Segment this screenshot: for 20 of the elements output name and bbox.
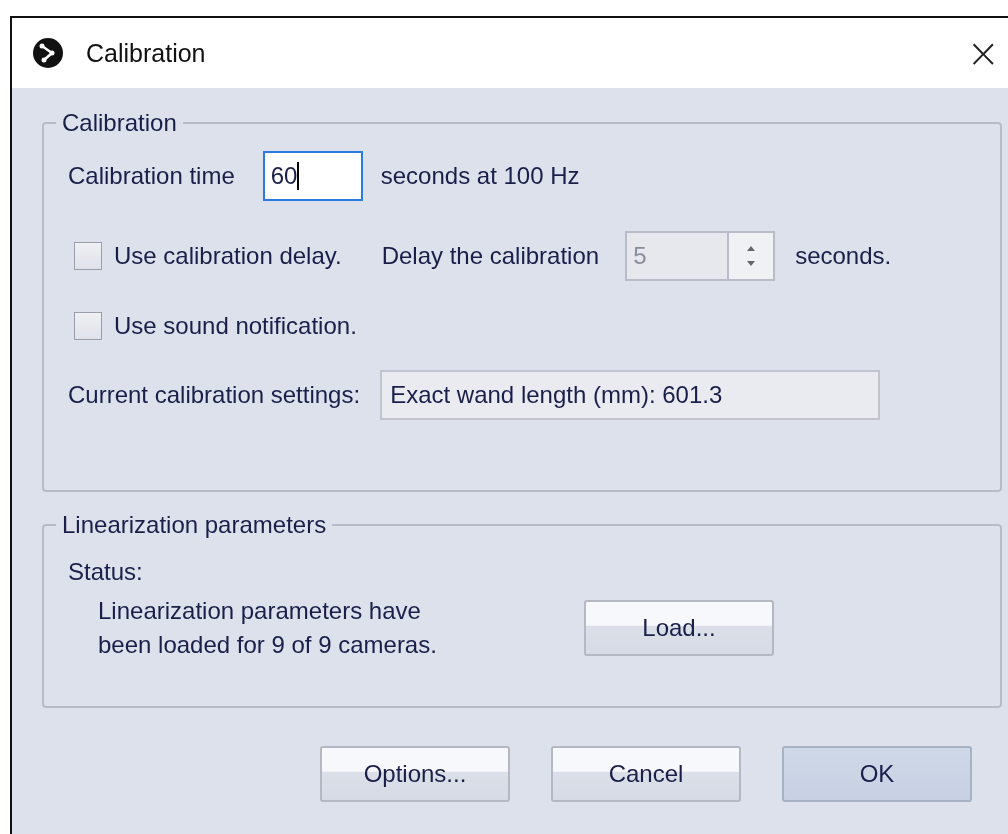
status-label: Status: <box>68 558 144 586</box>
unit-label: seconds at 100 Hz <box>380 162 580 190</box>
checkbox[interactable] <box>74 312 102 340</box>
field-label: Delay the calibration <box>381 242 600 270</box>
dialog-button[interactable]: Cancel <box>551 746 741 802</box>
checkbox[interactable] <box>74 242 102 270</box>
close-button[interactable]: × <box>960 33 1006 73</box>
checkbox-label: Use calibration delay. <box>114 242 342 270</box>
checkbox-label: Use sound notification. <box>114 312 357 340</box>
dialog-button[interactable]: OK <box>782 746 972 802</box>
unit-label: seconds. <box>795 242 892 270</box>
load-button[interactable]: Load... <box>584 600 774 656</box>
field-label: Calibration time <box>68 162 235 190</box>
status-text: Linearization parameters have been loaded for 9 of 9 cameras. <box>98 596 438 660</box>
dialog-button[interactable]: Options... <box>320 746 510 802</box>
readonly-field: Exact wand length (mm): 601.3 <box>380 370 881 420</box>
input-field[interactable]: 60 <box>262 151 363 201</box>
app-logo-icon <box>32 37 64 69</box>
window-title: Calibration <box>86 38 206 68</box>
field-label: Current calibration settings: <box>68 381 361 409</box>
